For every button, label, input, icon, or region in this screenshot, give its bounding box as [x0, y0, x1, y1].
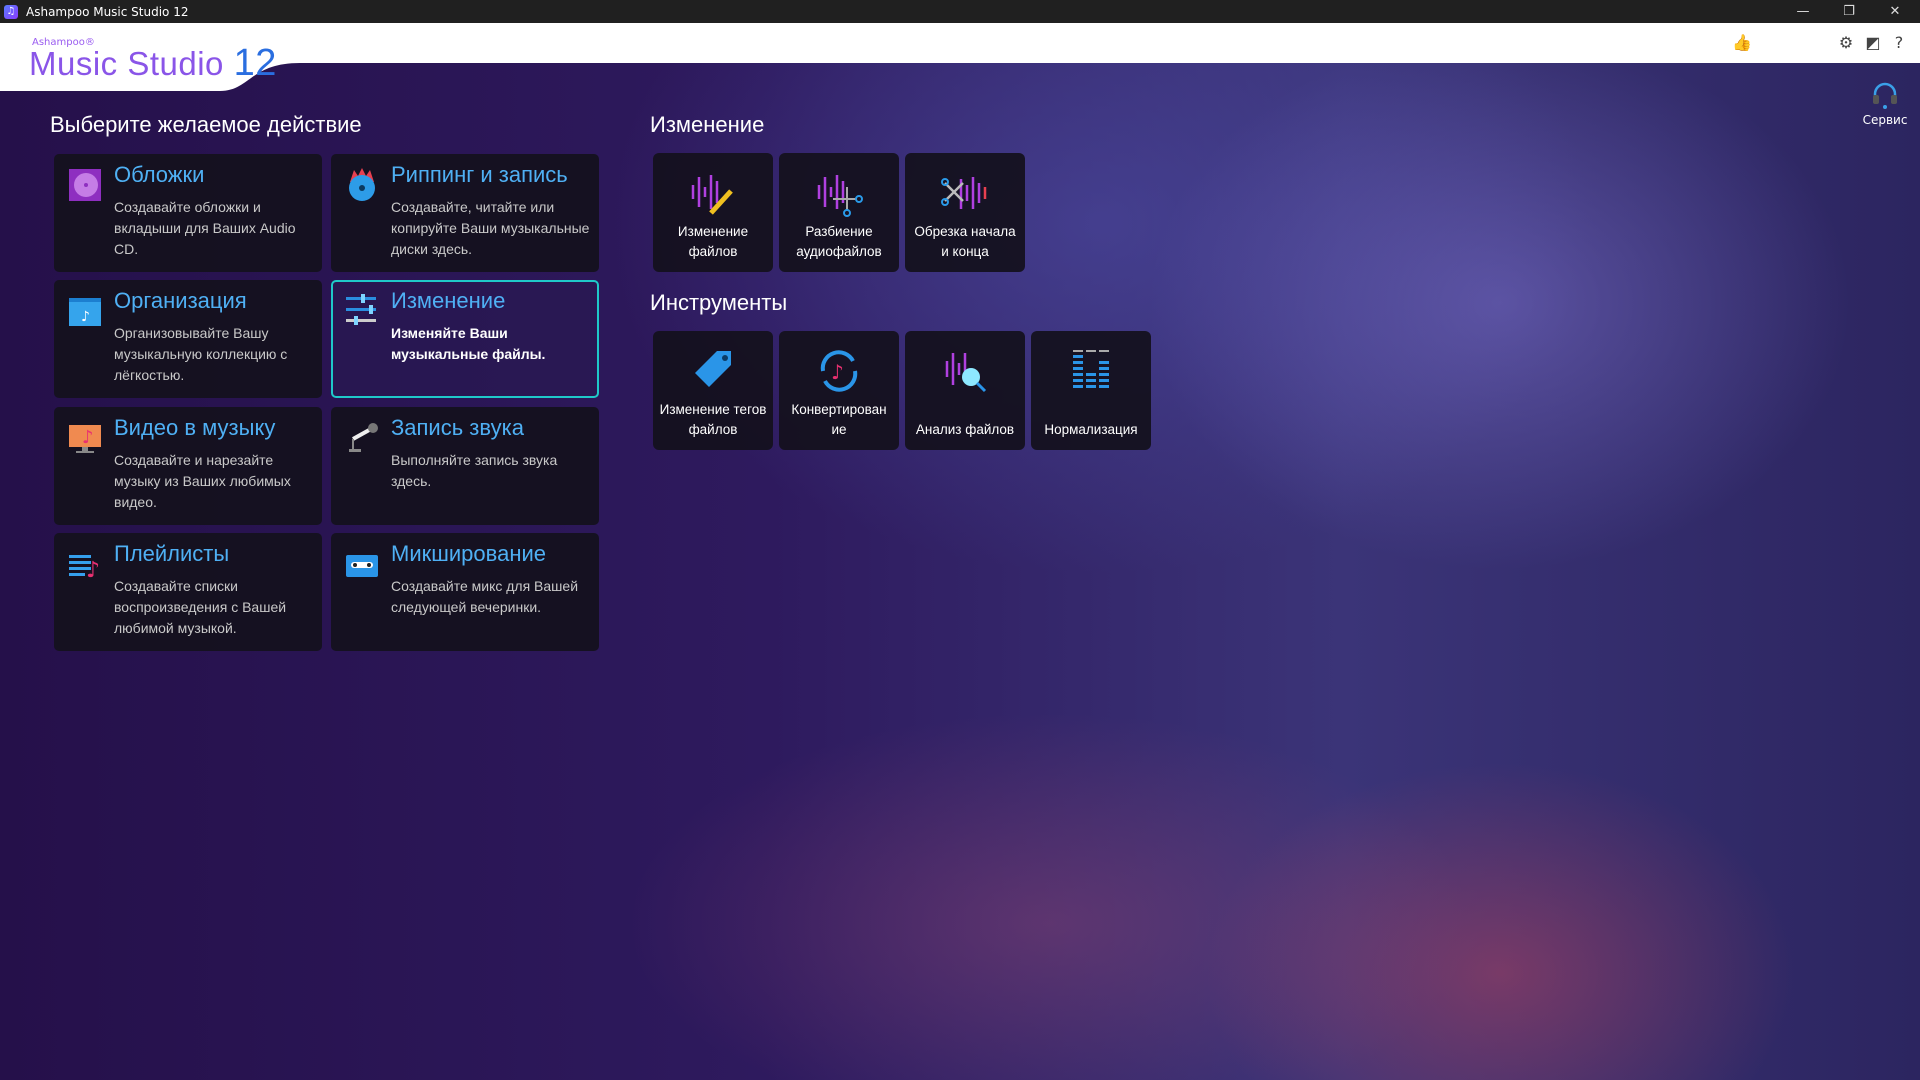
svg-text:♪: ♪ — [81, 309, 90, 325]
actions-heading: Выберите желаемое действие — [50, 112, 362, 137]
card-ripping[interactable]: Риппинг и запись Создавайте, читайте или… — [331, 154, 599, 272]
card-desc: Создавайте микс для Вашей следующей вече… — [391, 578, 579, 615]
card-title: Микширование — [391, 541, 546, 566]
svg-text:♪: ♪ — [86, 558, 100, 581]
close-button[interactable]: ✕ — [1872, 0, 1918, 23]
app-icon: ♫ — [4, 4, 18, 19]
tools-heading: Инструменты — [650, 290, 788, 315]
analyze-icon — [945, 353, 987, 393]
card-desc: Создавайте обложки и вкладыши для Ваших … — [114, 199, 296, 257]
svg-text:♪: ♪ — [82, 427, 94, 448]
card-title: Видео в музыку — [114, 415, 276, 440]
svg-text:♪: ♪ — [831, 360, 844, 384]
tile-convert[interactable]: ♪ Конвертирован ие — [779, 331, 899, 450]
tile-label: Обрезка начала и конца — [914, 224, 1016, 259]
tile-analyze[interactable]: Анализ файлов — [905, 331, 1025, 450]
maximize-button[interactable]: ❐ — [1826, 0, 1872, 23]
minimize-button[interactable]: — — [1780, 0, 1826, 23]
tile-split-audio[interactable]: Разбиение аудиофайлов — [779, 153, 899, 272]
convert-icon: ♪ — [820, 350, 858, 392]
card-title: Изменение — [391, 288, 506, 313]
help-icon[interactable]: ? — [1888, 33, 1910, 52]
tile-label: Нормализация — [1044, 422, 1138, 437]
card-record[interactable]: Запись звука Выполняйте запись звука зде… — [331, 407, 599, 525]
sliders-icon — [346, 294, 376, 325]
theme-icon[interactable]: ◩ — [1862, 33, 1884, 52]
card-title: Риппинг и запись — [391, 162, 568, 187]
title-bar: ♫ Ashampoo Music Studio 12 — ❐ ✕ — [0, 0, 1920, 23]
card-title: Обложки — [114, 162, 205, 187]
card-title: Плейлисты — [114, 541, 230, 566]
edit-heading: Изменение — [650, 112, 765, 137]
service-label: Сервис — [1862, 113, 1908, 127]
headset-icon — [1873, 82, 1897, 109]
tag-icon — [695, 351, 731, 387]
logo: Music Studio 12 — [29, 42, 277, 85]
tile-trim[interactable]: Обрезка начала и конца — [905, 153, 1025, 272]
waveform-pencil-icon — [691, 175, 733, 215]
tile-label: Разбиение аудиофайлов — [796, 224, 882, 259]
card-desc: Организовывайте Вашу музыкальную коллекц… — [114, 325, 288, 383]
gear-icon[interactable]: ⚙ — [1835, 33, 1857, 52]
cd-cover-icon — [69, 169, 101, 201]
card-organize[interactable]: ♪ Организация Организовывайте Вашу музык… — [54, 280, 322, 398]
card-title: Запись звука — [391, 415, 524, 440]
logo-product: Music Studio — [29, 45, 224, 82]
card-desc: Изменяйте Ваши музыкальные файлы. — [391, 325, 546, 362]
tile-edit-tags[interactable]: Изменение тегов файлов — [653, 331, 773, 450]
tile-label: Конвертирован ие — [791, 402, 887, 437]
service-button[interactable]: Сервис — [1858, 80, 1912, 127]
card-covers[interactable]: Обложки Создавайте обложки и вкладыши дл… — [54, 154, 322, 272]
cassette-icon — [346, 555, 378, 577]
window-title: Ashampoo Music Studio 12 — [26, 4, 189, 19]
tile-label: Изменение файлов — [677, 224, 749, 259]
playlist-icon: ♪ — [69, 555, 100, 581]
waveform-scissors-icon — [817, 175, 863, 217]
microphone-icon — [349, 423, 378, 452]
tile-label: Изменение тегов файлов — [659, 402, 767, 437]
card-desc: Создавайте и нарезайте музыку из Ваших л… — [114, 452, 291, 510]
trim-scissors-icon — [941, 177, 987, 209]
card-video-to-music[interactable]: ♪ Видео в музыку Создавайте и нарезайте … — [54, 407, 322, 525]
card-title: Организация — [114, 288, 247, 313]
card-mixing[interactable]: Микширование Создавайте микс для Вашей с… — [331, 533, 599, 651]
card-desc: Выполняйте запись звука здесь. — [391, 452, 558, 489]
music-folder-icon: ♪ — [69, 298, 101, 326]
thumbs-up-icon[interactable]: 👍 — [1731, 33, 1753, 52]
card-desc: Создавайте, читайте или копируйте Ваши м… — [391, 199, 590, 257]
tile-normalize[interactable]: Нормализация — [1031, 331, 1151, 450]
video-music-icon: ♪ — [69, 425, 101, 453]
card-edit[interactable]: Изменение Изменяйте Ваши музыкальные фай… — [331, 280, 599, 398]
tile-edit-files[interactable]: Изменение файлов — [653, 153, 773, 272]
tile-label: Анализ файлов — [915, 422, 1015, 437]
card-desc: Создавайте списки воспроизведения с Ваше… — [114, 578, 287, 636]
logo-version: 12 — [233, 42, 277, 84]
equalizer-icon — [1073, 350, 1109, 388]
card-playlists[interactable]: ♪ Плейлисты Создавайте списки воспроизве… — [54, 533, 322, 651]
burn-disc-icon — [349, 168, 375, 201]
